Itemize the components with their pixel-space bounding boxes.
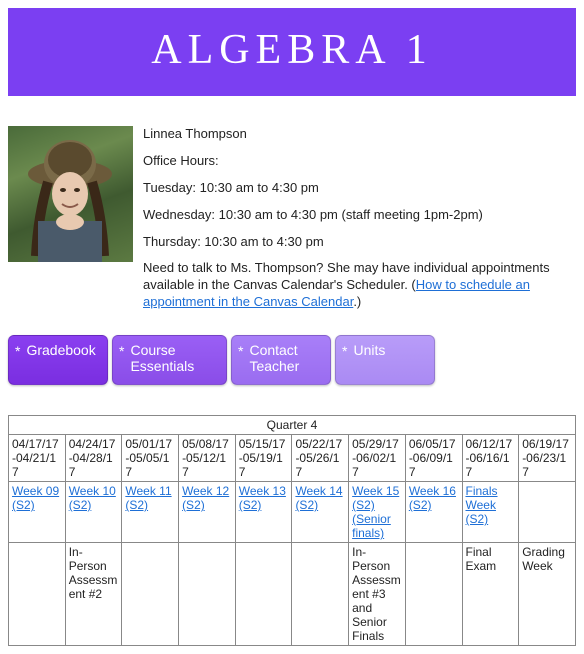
instructor-name: Linnea Thompson <box>143 126 576 143</box>
nav-label: Units <box>353 342 385 358</box>
course-title: ALGEBRA 1 <box>151 27 433 73</box>
week-link[interactable]: Week 10 (S2) <box>69 484 116 512</box>
week-cell: Week 09 (S2) <box>9 482 66 543</box>
week-cell: Week 16 (S2) <box>405 482 462 543</box>
date-cell: 06/12/17-06/16/17 <box>462 435 519 482</box>
office-hours-line: Tuesday: 10:30 am to 4:30 pm <box>143 180 576 197</box>
note-cell: Grading Week <box>519 543 576 646</box>
office-hours-label: Office Hours: <box>143 153 576 170</box>
week-link[interactable]: Week 14 (S2) <box>295 484 342 512</box>
bullet-icon: * <box>15 343 20 359</box>
week-link[interactable]: Finals Week (S2) <box>466 484 498 526</box>
contact-teacher-button[interactable]: * Contact Teacher <box>231 335 331 385</box>
week-link[interactable]: Week 12 (S2) <box>182 484 229 512</box>
course-banner: ALGEBRA 1 <box>8 8 576 96</box>
note-cell: Final Exam <box>462 543 519 646</box>
note-cell: In-Person Assessment #3 and Senior Final… <box>349 543 406 646</box>
gradebook-button[interactable]: * Gradebook <box>8 335 108 385</box>
instructor-note: Need to talk to Ms. Thompson? She may ha… <box>143 260 576 311</box>
date-cell: 06/19/17-06/23/17 <box>519 435 576 482</box>
units-button[interactable]: * Units <box>335 335 435 385</box>
bullet-icon: * <box>119 343 124 359</box>
week-link[interactable]: Week 15 (S2) (Senior finals) <box>352 484 399 540</box>
nav-buttons: * Gradebook * Course Essentials * Contac… <box>8 335 576 385</box>
note-cell <box>9 543 66 646</box>
note-cell <box>122 543 179 646</box>
schedule-title: Quarter 4 <box>9 416 576 435</box>
week-link[interactable]: Week 11 (S2) <box>125 484 171 512</box>
nav-label: Course Essentials <box>130 342 218 374</box>
date-cell: 06/05/17-06/09/17 <box>405 435 462 482</box>
bullet-icon: * <box>238 343 243 359</box>
nav-label: Gradebook <box>26 342 95 358</box>
date-cell: 04/24/17-04/28/17 <box>65 435 122 482</box>
week-link[interactable]: Week 16 (S2) <box>409 484 456 512</box>
date-cell: 05/15/17-05/19/17 <box>235 435 292 482</box>
week-link[interactable]: Week 09 (S2) <box>12 484 59 512</box>
week-cell: Week 11 (S2) <box>122 482 179 543</box>
bullet-icon: * <box>342 343 347 359</box>
week-cell: Week 10 (S2) <box>65 482 122 543</box>
week-cell: Week 13 (S2) <box>235 482 292 543</box>
date-cell: 04/17/17-04/21/17 <box>9 435 66 482</box>
week-link[interactable]: Week 13 (S2) <box>239 484 286 512</box>
dates-row: 04/17/17-04/21/1704/24/17-04/28/1705/01/… <box>9 435 576 482</box>
schedule-table: Quarter 4 04/17/17-04/21/1704/24/17-04/2… <box>8 415 576 646</box>
date-cell: 05/08/17-05/12/17 <box>179 435 236 482</box>
nav-label: Contact Teacher <box>249 342 322 374</box>
instructor-block: Linnea Thompson Office Hours: Tuesday: 1… <box>8 126 576 321</box>
course-essentials-button[interactable]: * Course Essentials <box>112 335 227 385</box>
note-cell: In-Person Assessment #2 <box>65 543 122 646</box>
note-suffix: .) <box>353 294 361 309</box>
week-cell: Week 14 (S2) <box>292 482 349 543</box>
notes-row: In-Person Assessment #2 In-Person Assessm… <box>9 543 576 646</box>
week-cell: Week 15 (S2) (Senior finals) <box>349 482 406 543</box>
week-cell <box>519 482 576 543</box>
note-cell <box>235 543 292 646</box>
note-cell <box>179 543 236 646</box>
date-cell: 05/29/17-06/02/17 <box>349 435 406 482</box>
avatar <box>8 126 133 262</box>
week-cell: Week 12 (S2) <box>179 482 236 543</box>
office-hours-line: Wednesday: 10:30 am to 4:30 pm (staff me… <box>143 207 576 224</box>
note-cell <box>292 543 349 646</box>
note-cell <box>405 543 462 646</box>
office-hours-line: Thursday: 10:30 am to 4:30 pm <box>143 234 576 251</box>
week-cell: Finals Week (S2) <box>462 482 519 543</box>
date-cell: 05/22/17-05/26/17 <box>292 435 349 482</box>
weeks-row: Week 09 (S2) Week 10 (S2) Week 11 (S2) Week… <box>9 482 576 543</box>
date-cell: 05/01/17-05/05/17 <box>122 435 179 482</box>
instructor-info: Linnea Thompson Office Hours: Tuesday: 1… <box>143 126 576 321</box>
